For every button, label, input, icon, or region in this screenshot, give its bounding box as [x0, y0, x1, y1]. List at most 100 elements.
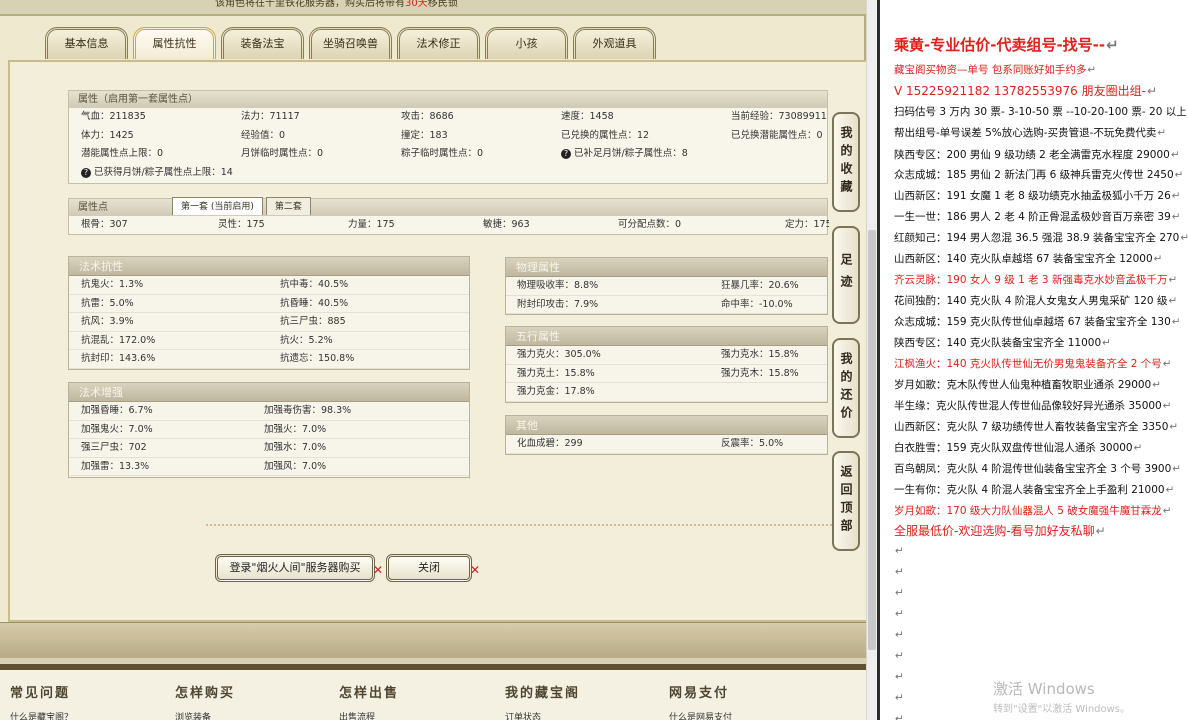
- table-row: 强三尸虫：702 加强水：7.0%: [69, 439, 469, 458]
- attribute-points-section: 属性点 第一套 (当前启用) 第二套 根骨：307 灵性：175 力量：175 …: [68, 197, 829, 235]
- paragraph-mark-icon: ↵: [1171, 211, 1181, 223]
- tab-attribute-set-2[interactable]: 第二套: [265, 197, 311, 215]
- window-bottom-border: [0, 622, 866, 658]
- paragraph-mark-icon: ↵: [1165, 484, 1175, 496]
- paragraph-mark-icon: ↵: [1153, 253, 1163, 265]
- footer-link[interactable]: 浏览装备: [175, 710, 235, 720]
- spell-resistance-box: 法术抗性 抗鬼火：1.3% 抗中毒：40.5% 抗雷：5.0% 抗昏睡：40.5% …: [68, 256, 470, 370]
- five-elements-box: 五行属性 强力克火：305.0% 强力克水：15.8% 强力克土：15.8% 强力克…: [505, 326, 828, 403]
- table-row: 加强鬼火：7.0% 加强火：7.0%: [69, 421, 469, 439]
- attributes-row: 潜能属性点上限：0 月饼临时属性点：0 粽子临时属性点：0 ? 已补足月饼/粽子属…: [81, 148, 688, 159]
- footer-link[interactable]: 出售流程: [339, 710, 399, 720]
- tab-equipment[interactable]: 装备法宝: [221, 27, 304, 59]
- notepad-line: 一生有你：克火队 4 阶混人装备宝宝齐全上手盈利 21000↵: [894, 484, 1175, 496]
- notepad-line: 陕西专区：200 男仙 9 级功绩 2 老全满雷克水程度 29000↵: [894, 149, 1180, 161]
- five-elements-title: 五行属性: [506, 327, 827, 346]
- migration-notice: 该角色将在千里铁花服务器，购买后将带有30天移民锁: [215, 0, 458, 9]
- paragraph-mark-icon: ↵: [1168, 295, 1178, 307]
- notepad-line: 花间独酌：140 克火队 4 阶混人女鬼女人男鬼采矿 120 级↵: [894, 295, 1178, 307]
- page-scrollbar[interactable]: [866, 0, 877, 720]
- notepad-line: 扫码估号 3 万内 30 票- 3-10-50 票 --10-20-100 票-…: [894, 104, 1188, 119]
- notepad-line: 众志成城：185 男仙 2 新法门再 6 级神兵雷克火传世 2450↵: [894, 169, 1184, 181]
- paragraph-mark-icon: ↵: [1087, 64, 1097, 76]
- table-row: 抗雷：5.0% 抗昏睡：40.5%: [69, 295, 469, 313]
- paragraph-mark-icon: ↵: [1171, 190, 1181, 202]
- other-attributes-title: 其他: [506, 416, 827, 435]
- paragraph-mark-icon: ↵: [1146, 84, 1158, 98]
- help-icon[interactable]: ?: [81, 167, 91, 178]
- attribute-points-row: 根骨：307 灵性：175 力量：175 敏捷：963 可分配点数：0 定力：1…: [81, 219, 829, 230]
- footer-column: 我的藏宝阁 订单状态: [505, 682, 580, 720]
- paragraph-mark-icon: ↵: [1157, 127, 1167, 139]
- spell-boost-box: 法术增强 加强昏睡：6.7% 加强毒伤害：98.3% 加强鬼火：7.0% 加强火：7…: [68, 382, 470, 478]
- attributes-row: 体力：1425 经验值：0 撞定：183 已兑换的属性点：12 已兑换潜能属性点…: [81, 129, 823, 141]
- attributes-header: 属性（启用第一套属性点）: [69, 91, 827, 108]
- tab-mounts-pets[interactable]: 坐骑召唤兽: [309, 27, 392, 59]
- table-row: 抗封印：143.6% 抗遗忘：150.8%: [69, 350, 469, 369]
- other-attributes-box: 其他 化血成碧：299 反震率：5.0%: [505, 415, 828, 455]
- scrollbar-thumb[interactable]: [868, 230, 876, 650]
- paragraph-mark-icon: ↵: [1095, 524, 1106, 538]
- table-row: 抗风：3.9% 抗三尸虫：885: [69, 313, 469, 332]
- empty-line-mark-icon: ↵: [895, 629, 904, 641]
- notepad-line: 山西新区：克火队 7 级功绩传世人畜牧装备宝宝齐全 3350↵: [894, 421, 1179, 433]
- table-row: 强力克火：305.0% 强力克水：15.8%: [506, 346, 827, 365]
- paragraph-mark-icon: ↵: [1174, 169, 1184, 181]
- help-icon[interactable]: ?: [561, 149, 571, 159]
- close-button[interactable]: 关闭: [386, 554, 472, 582]
- paragraph-mark-icon: ↵: [1169, 421, 1179, 433]
- footer-column: 常见问题 什么是藏宝阁？: [10, 682, 73, 720]
- footprint-button[interactable]: 足迹: [832, 226, 860, 324]
- notepad-line: 山西新区：140 克火队卓越塔 67 装备宝宝齐全 12000↵: [894, 253, 1163, 265]
- notepad-line: 陕西专区：140 克火队装备宝宝齐全 11000↵: [894, 337, 1111, 349]
- attributes-section: 属性（启用第一套属性点） 气血：211835 法力：71117 攻击：8686 …: [68, 90, 828, 184]
- buy-on-server-button[interactable]: 登录"烟火人间"服务器购买: [215, 554, 375, 582]
- footer-link[interactable]: 订单状态: [505, 710, 580, 720]
- notepad-line: 藏宝阁买物资—单号 包系同账好如手约多↵: [894, 64, 1097, 76]
- paragraph-mark-icon: ↵: [1162, 400, 1172, 412]
- paragraph-mark-icon: ↵: [1180, 232, 1188, 244]
- empty-line-mark-icon: ↵: [895, 671, 904, 683]
- close-icon: ✕: [373, 563, 384, 577]
- spell-resistance-title: 法术抗性: [69, 257, 469, 276]
- notepad-line: 乘黄-专业估价-代卖组号-找号--↵: [894, 36, 1119, 54]
- empty-line-mark-icon: ↵: [895, 650, 904, 662]
- footer-link[interactable]: 什么是网易支付: [669, 710, 732, 720]
- empty-line-mark-icon: ↵: [895, 545, 904, 557]
- site-footer: 常见问题 什么是藏宝阁？ 怎样购买 浏览装备 怎样出售 出售流程 我的藏宝阁 订…: [0, 664, 866, 720]
- notepad-line: 半生缘：克火队传世混人传世仙品像较好异光通杀 35000↵: [894, 400, 1172, 412]
- table-row: 加强雷：13.3% 加强风：7.0%: [69, 458, 469, 476]
- my-counter-offers-button[interactable]: 我的还价: [832, 338, 860, 438]
- notepad-line: 白衣胜雪：159 克火队双盘传世仙混人通杀 30000↵: [894, 442, 1143, 454]
- activation-watermark: 激活 Windows: [993, 680, 1095, 698]
- notepad-line: 全服最低价-欢迎选购-看号加好友私聊↵: [894, 524, 1106, 538]
- paragraph-mark-icon: ↵: [1171, 316, 1181, 328]
- paragraph-mark-icon: ↵: [1102, 337, 1111, 349]
- notepad-line: 百鸟朝凤：克火队 4 阶混传世仙装备宝宝齐全 3 个号 3900↵: [894, 463, 1182, 475]
- empty-line-mark-icon: ↵: [895, 566, 904, 578]
- tab-appearance[interactable]: 外观道具: [573, 27, 656, 59]
- notepad-line: 一生一世：186 男人 2 老 4 阶正骨混孟极妙音百万亲密 39↵: [894, 211, 1181, 223]
- table-row: 加强昏睡：6.7% 加强毒伤害：98.3%: [69, 402, 469, 421]
- tab-attribute-set-1[interactable]: 第一套 (当前启用): [172, 197, 263, 215]
- tab-basic-info[interactable]: 基本信息: [45, 27, 128, 59]
- paragraph-mark-icon: ↵: [1106, 36, 1119, 54]
- notepad-line: 红颜知己：194 男人忽混 36.5 强混 38.9 装备宝宝齐全 270↵: [894, 230, 1188, 245]
- my-favorites-button[interactable]: 我的收藏: [832, 112, 860, 212]
- attributes-note-row: ? 已获得月饼/粽子属性点上限：14: [69, 164, 827, 183]
- divider: [206, 524, 836, 526]
- back-to-top-button[interactable]: 返回顶部: [832, 451, 860, 551]
- tab-spell-correction[interactable]: 法术修正: [397, 27, 480, 59]
- close-icon: ✕: [470, 563, 481, 577]
- empty-line-mark-icon: ↵: [895, 692, 904, 704]
- footer-link[interactable]: 什么是藏宝阁？: [10, 710, 73, 720]
- notepad-line: 江枫渔火：140 克火队传世仙无价男鬼鬼装备齐全 2 个号↵: [894, 358, 1172, 370]
- notepad-line: 众志成城：159 克火队传世仙卓越塔 67 装备宝宝齐全 130↵: [894, 316, 1181, 328]
- notepad-document[interactable]: 乘黄-专业估价-代卖组号-找号--↵ 藏宝阁买物资—单号 包系同账好如手约多↵ V …: [877, 0, 1188, 720]
- notepad-line: 帮出组号-单号误差 5%放心选购-买贵管退-不玩免费代卖↵: [894, 127, 1167, 139]
- table-row: 抗混乱：172.0% 抗火：5.2%: [69, 332, 469, 350]
- footer-column: 网易支付 什么是网易支付: [669, 682, 732, 720]
- tab-child[interactable]: 小孩: [485, 27, 568, 59]
- tab-attributes-resistance[interactable]: 属性抗性: [133, 27, 216, 59]
- notepad-line: 岁月如歌：170 级大力队仙器混人 5 破女魔强牛魔甘霖龙↵: [894, 505, 1172, 517]
